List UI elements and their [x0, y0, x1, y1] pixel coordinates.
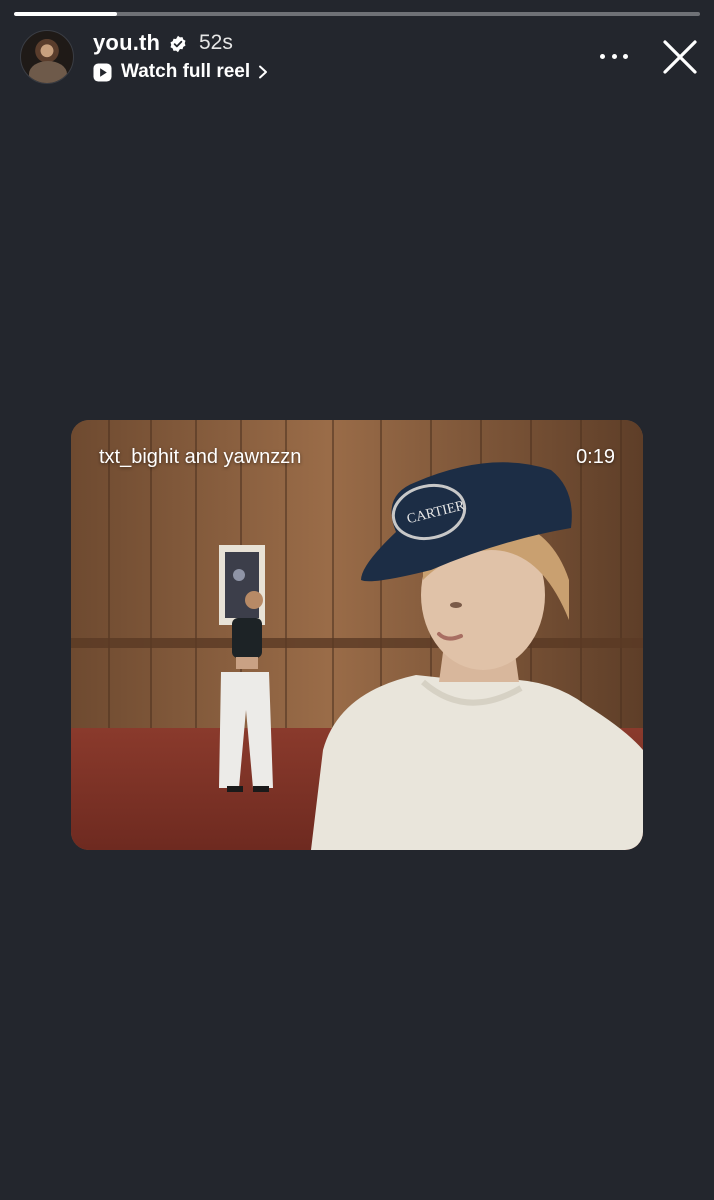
reel-title: txt_bighit and yawnzzn	[99, 446, 302, 468]
more-dot	[611, 53, 617, 59]
reel-preview-card[interactable]: CARTIER txt_bighit and yawnzzn 0:19	[71, 420, 643, 850]
story-progress-bar	[14, 12, 700, 16]
more-dot	[600, 53, 605, 59]
verified-badge-icon	[170, 35, 186, 53]
reel-play-icon	[93, 62, 112, 82]
reel-duration: 0:19	[576, 446, 615, 468]
more-options-icon[interactable]	[598, 42, 630, 70]
watch-full-reel-label: Watch full reel	[121, 61, 251, 82]
story-screen[interactable]: you.th 52s Watch full reel CARTIER txt_b…	[0, 0, 714, 1200]
watch-full-reel-link[interactable]: Watch full reel	[93, 60, 269, 84]
reel-thumbnail: CARTIER	[71, 420, 643, 850]
chevron-right-icon	[259, 65, 268, 79]
more-dot	[623, 53, 628, 59]
close-icon[interactable]	[661, 38, 699, 76]
story-header: you.th 52s Watch full reel	[0, 26, 714, 90]
username[interactable]: you.th	[93, 30, 160, 56]
avatar[interactable]	[20, 30, 74, 84]
story-progress-fill	[14, 12, 117, 16]
time-ago: 52s	[199, 31, 233, 54]
